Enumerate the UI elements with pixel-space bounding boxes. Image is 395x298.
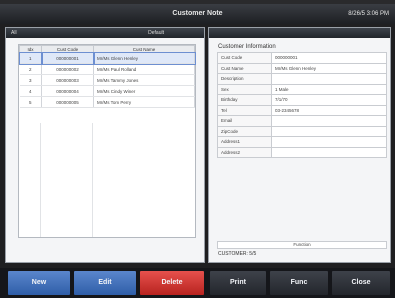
filter-label[interactable]: All bbox=[11, 28, 17, 38]
func-button[interactable]: Func bbox=[270, 271, 328, 295]
info-row: ZipCode bbox=[217, 125, 387, 137]
field-label: Tel bbox=[217, 104, 272, 116]
function-button[interactable]: Function bbox=[217, 241, 387, 249]
info-row: Sex 1 Male bbox=[217, 83, 387, 95]
datetime-display: 8/26/5 3:06 PM bbox=[348, 11, 389, 17]
row-name: Mr/Ms Tom Perry bbox=[93, 96, 195, 108]
customer-list[interactable]: Idx Cust Code Cust Name 1 000000001 Mr/M… bbox=[18, 44, 196, 238]
customer-info-panel: Customer Information Cust Code 000000001… bbox=[208, 27, 391, 284]
row-idx: 2 bbox=[19, 63, 42, 75]
info-row: Address1 bbox=[217, 136, 387, 148]
customer-table: Idx Cust Code Cust Name 1 000000001 Mr/M… bbox=[18, 45, 196, 108]
col-header-idx[interactable]: Idx bbox=[19, 45, 42, 53]
col-header-code[interactable]: Cust Code bbox=[41, 45, 94, 53]
info-title: Customer Information bbox=[218, 44, 276, 50]
column-divider bbox=[19, 123, 41, 237]
field-label: Sex bbox=[217, 83, 272, 95]
row-code: 000000005 bbox=[41, 96, 94, 108]
field-label: Cust Name bbox=[217, 62, 272, 74]
info-row: Cust Name Mr/Ms Glenn Henley bbox=[217, 62, 387, 74]
table-row[interactable]: 1 000000001 Mr/Ms Glenn Henley bbox=[18, 51, 196, 65]
row-name: Mr/Ms Glenn Henley bbox=[92, 51, 196, 65]
row-name: Mr/Ms Cindy Winer bbox=[93, 85, 195, 97]
table-row[interactable]: 4 000000004 Mr/Ms Cindy Winer bbox=[19, 85, 195, 97]
field-label: Address2 bbox=[217, 146, 272, 158]
print-button[interactable]: Print bbox=[210, 271, 266, 295]
field-label: Description bbox=[217, 73, 272, 85]
table-row[interactable]: 2 000000002 Mr/Ms Paul Rolland bbox=[19, 63, 195, 75]
info-row: Tel 03-2345678 bbox=[217, 104, 387, 116]
field-value[interactable] bbox=[271, 146, 387, 158]
info-row: Description bbox=[217, 73, 387, 85]
window-title: Customer Note bbox=[172, 10, 223, 17]
field-label: Cust Code bbox=[217, 52, 272, 64]
field-value[interactable] bbox=[271, 115, 387, 127]
field-value[interactable] bbox=[271, 136, 387, 148]
table-row[interactable]: 3 000000003 Mr/Ms Tammy Jones bbox=[19, 74, 195, 86]
field-value[interactable]: 7/1/70 bbox=[271, 94, 387, 106]
empty-list-area bbox=[19, 123, 195, 237]
info-row: Birthday 7/1/70 bbox=[217, 94, 387, 106]
row-name: Mr/Ms Paul Rolland bbox=[93, 63, 195, 75]
field-value[interactable]: 1 Male bbox=[271, 83, 387, 95]
info-row: Email bbox=[217, 115, 387, 127]
customer-count: CUSTOMER: 5/5 bbox=[218, 251, 257, 257]
close-button[interactable]: Close bbox=[332, 271, 390, 295]
row-idx: 4 bbox=[19, 85, 42, 97]
customer-list-panel: All Default Idx Cust Code Cust Name 1 00… bbox=[5, 27, 205, 284]
title-bar: Customer Note 8/26/5 3:06 PM bbox=[0, 4, 395, 24]
row-code: 000000004 bbox=[41, 85, 94, 97]
info-row: Cust Code 000000001 bbox=[217, 52, 387, 64]
row-code: 000000002 bbox=[41, 63, 94, 75]
table-row[interactable]: 5 000000005 Mr/Ms Tom Perry bbox=[19, 96, 195, 108]
field-value[interactable] bbox=[271, 125, 387, 137]
new-button[interactable]: New bbox=[8, 271, 70, 295]
edit-button[interactable]: Edit bbox=[74, 271, 136, 295]
field-label: Birthday bbox=[217, 94, 272, 106]
info-row: Address2 bbox=[217, 146, 387, 158]
sort-label[interactable]: Default bbox=[148, 28, 164, 38]
field-value[interactable]: 03-2345678 bbox=[271, 104, 387, 116]
field-label: Address1 bbox=[217, 136, 272, 148]
field-label: ZipCode bbox=[217, 125, 272, 137]
row-idx: 3 bbox=[19, 74, 42, 86]
row-idx: 1 bbox=[18, 51, 43, 65]
info-panel-header bbox=[209, 28, 390, 38]
field-value[interactable]: 000000001 bbox=[271, 52, 387, 64]
col-header-name[interactable]: Cust Name bbox=[93, 45, 195, 53]
list-panel-header: All Default bbox=[6, 28, 204, 38]
delete-button[interactable]: Delete bbox=[140, 271, 204, 295]
row-code: 000000001 bbox=[40, 51, 95, 65]
row-code: 000000003 bbox=[41, 74, 94, 86]
row-idx: 5 bbox=[19, 96, 42, 108]
customer-info-table: Cust Code 000000001 Cust Name Mr/Ms Glen… bbox=[217, 52, 387, 158]
field-label: Email bbox=[217, 115, 272, 127]
table-header-row: Idx Cust Code Cust Name bbox=[19, 45, 195, 53]
field-value[interactable]: Mr/Ms Glenn Henley bbox=[271, 62, 387, 74]
column-divider bbox=[41, 123, 93, 237]
row-name: Mr/Ms Tammy Jones bbox=[93, 74, 195, 86]
field-value[interactable] bbox=[271, 73, 387, 85]
